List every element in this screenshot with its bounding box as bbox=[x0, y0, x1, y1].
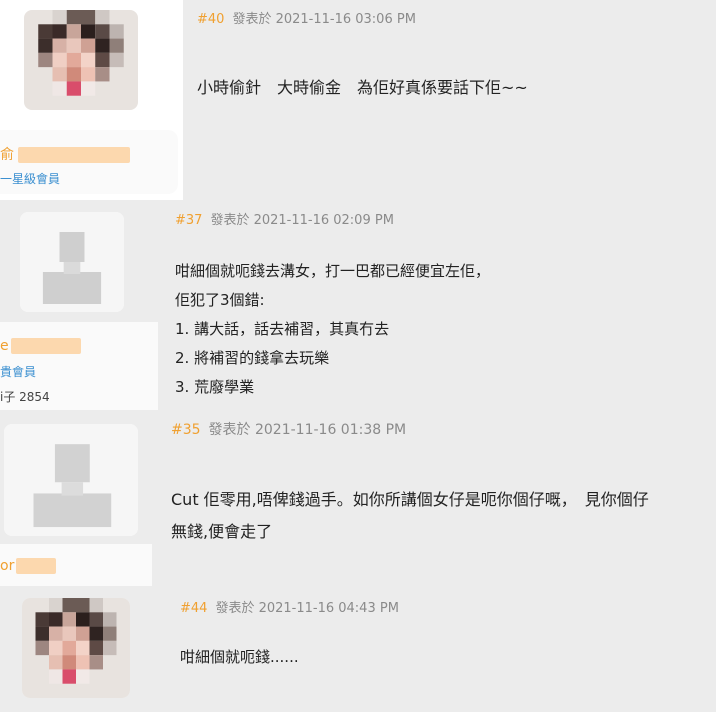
default-avatar-icon bbox=[4, 424, 138, 536]
post-date: 發表於 2021-11-16 03:06 PM bbox=[232, 12, 416, 27]
blurred-name-icon bbox=[16, 558, 57, 574]
post-content-line: Cut 佢零用,唔俾錢過手。如你所講個女仔是呃你個仔嘅， 見你個仔 bbox=[171, 490, 649, 509]
user-card: 俞 一星級會員 bbox=[0, 130, 178, 194]
post-37: #37 發表於 2021-11-16 02:09 PM 咁細個就呃錢去溝女，打一巴… bbox=[163, 200, 716, 410]
avatar[interactable] bbox=[22, 598, 130, 698]
post-40: #40 發表於 2021-11-16 03:06 PM 小時偷針 大時偷金 為佢好… bbox=[183, 0, 716, 200]
post-content-line: 2. 將補習的錢拿去玩樂 bbox=[175, 349, 330, 367]
user-rank: 一星級會員 bbox=[0, 172, 61, 186]
author-panel-37: e 貴會員 i子 2854 bbox=[0, 200, 163, 410]
user-card: or bbox=[0, 544, 152, 586]
blurred-name-icon bbox=[10, 338, 81, 354]
avatar-image-icon bbox=[22, 598, 130, 698]
author-panel-44 bbox=[0, 586, 170, 712]
user-name[interactable]: or bbox=[0, 558, 57, 574]
post-meta: #44 發表於 2021-11-16 04:43 PM bbox=[180, 597, 399, 616]
post-meta: #35 發表於 2021-11-16 01:38 PM bbox=[171, 419, 406, 439]
post-content-line: 咁細個就呃錢...... bbox=[180, 648, 299, 666]
blurred-name-icon bbox=[18, 147, 130, 163]
author-panel-40: 俞 一星級會員 bbox=[0, 0, 183, 200]
post-date: 發表於 2021-11-16 04:43 PM bbox=[215, 601, 399, 616]
post-meta: #40 發表於 2021-11-16 03:06 PM bbox=[197, 8, 416, 27]
user-card: e 貴會員 i子 2854 bbox=[0, 322, 158, 410]
post-44: #44 發表於 2021-11-16 04:43 PM 咁細個就呃錢...... bbox=[170, 586, 716, 712]
post-content-line: 小時偷針 大時偷金 為佢好真係要話下佢~~ bbox=[197, 78, 528, 97]
avatar[interactable] bbox=[4, 424, 138, 536]
avatar[interactable] bbox=[20, 212, 124, 312]
post-meta: #37 發表於 2021-11-16 02:09 PM bbox=[175, 209, 394, 228]
post-date: 發表於 2021-11-16 01:38 PM bbox=[208, 422, 407, 438]
post-number[interactable]: #35 bbox=[171, 422, 201, 438]
avatar-image-icon bbox=[24, 10, 138, 110]
post-35: #35 發表於 2021-11-16 01:38 PM Cut 佢零用,唔俾錢過手… bbox=[163, 410, 716, 586]
post-content-line: 佢犯了3個錯: bbox=[175, 291, 265, 309]
post-number[interactable]: #44 bbox=[180, 601, 207, 616]
user-post-count: i子 2854 bbox=[0, 390, 50, 404]
post-number[interactable]: #37 bbox=[175, 213, 202, 228]
post-content-line: 3. 荒廢學業 bbox=[175, 378, 255, 396]
default-avatar-icon bbox=[20, 212, 124, 312]
post-number[interactable]: #40 bbox=[197, 12, 224, 27]
post-date: 發表於 2021-11-16 02:09 PM bbox=[210, 213, 394, 228]
user-name[interactable]: e bbox=[0, 338, 81, 354]
post-content-line: 1. 講大話，話去補習，其真冇去 bbox=[175, 320, 390, 338]
user-name[interactable]: 俞 bbox=[0, 144, 130, 164]
post-content-line: 咁細個就呃錢去溝女，打一巴都已經便宜左佢， bbox=[175, 262, 491, 280]
author-panel-35: or bbox=[0, 410, 163, 586]
user-rank: 貴會員 bbox=[0, 365, 37, 379]
avatar[interactable] bbox=[24, 10, 138, 110]
post-content-line: 無錢,便會走了 bbox=[171, 522, 273, 541]
